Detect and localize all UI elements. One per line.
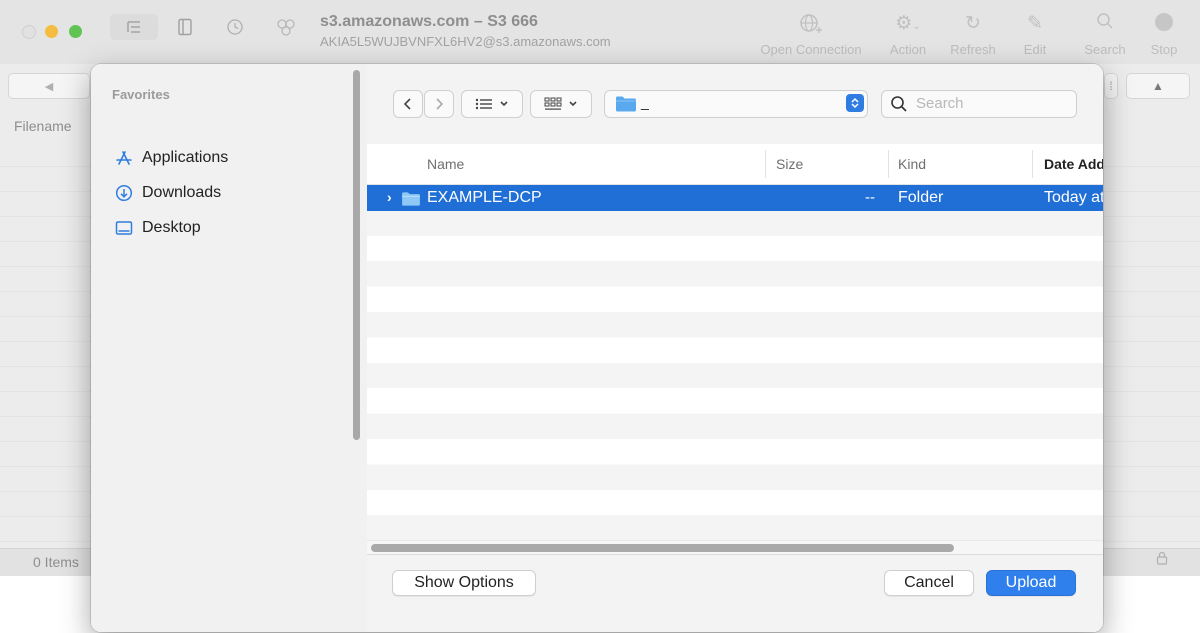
grid-icon: [544, 97, 562, 110]
horizontal-scrollbar-thumb[interactable]: [371, 544, 954, 552]
minimize-window-button[interactable]: [45, 25, 58, 38]
list-icon: [475, 98, 492, 110]
back-button[interactable]: [393, 90, 423, 118]
refresh-icon: ↻: [965, 13, 981, 34]
folder-icon: [401, 191, 421, 212]
history-icon[interactable]: [224, 14, 246, 40]
sidebar-item-label: Applications: [142, 149, 229, 166]
search-icon: [1078, 12, 1132, 36]
downloads-icon: [115, 184, 133, 202]
navigate-back-button[interactable]: ◀: [8, 73, 90, 99]
refresh-button[interactable]: ↻ Refresh: [944, 12, 1002, 57]
sidebar: Favorites Applications Downloads Desktop: [91, 64, 368, 632]
path-separator: ⁞: [1104, 73, 1118, 99]
sidebar-footer: [91, 554, 367, 632]
globe-plus-icon: [752, 12, 870, 36]
column-header-size[interactable]: Size: [776, 144, 803, 184]
sidebar-item-label: Downloads: [142, 184, 222, 201]
filename-column-header[interactable]: Filename: [14, 118, 72, 134]
chevron-left-icon: [403, 98, 411, 110]
sidebar-scrollbar[interactable]: [353, 70, 360, 440]
sidebar-item-desktop[interactable]: Desktop: [115, 217, 201, 239]
zoom-window-button[interactable]: [69, 25, 82, 38]
edit-button[interactable]: ✎ Edit: [1016, 12, 1054, 57]
window-titlebar: s3.amazonaws.com – S3 666 AKIA5L5WUJBVNF…: [0, 0, 1200, 64]
chevron-down-icon: [500, 101, 508, 107]
list-view-button[interactable]: [461, 90, 523, 118]
browser-pane: _ Search Name Size Kind Date Added: [367, 64, 1103, 632]
pencil-icon: ✎: [1027, 13, 1043, 34]
stop-icon: [1144, 12, 1184, 36]
desktop-icon: [115, 220, 133, 236]
disclosure-triangle-icon[interactable]: ›: [387, 189, 392, 205]
group-view-button[interactable]: [530, 90, 592, 118]
upload-button[interactable]: Upload: [986, 570, 1076, 596]
item-count: 0 Items: [33, 554, 79, 570]
close-window-button[interactable]: [22, 25, 36, 39]
search-field[interactable]: Search: [881, 90, 1077, 118]
triangle-left-icon: ◀: [44, 80, 54, 93]
triangle-up-icon: ▲: [1152, 79, 1164, 93]
row-kind: Folder: [898, 189, 944, 206]
updown-stepper-icon: [846, 94, 864, 112]
outline-view-icon[interactable]: [110, 14, 158, 40]
stop-button[interactable]: Stop: [1144, 12, 1184, 57]
table-row[interactable]: › EXAMPLE-DCP -- Folder Today at: [367, 185, 1103, 211]
column-header-name[interactable]: Name: [427, 144, 464, 184]
location-label: _: [641, 94, 649, 110]
show-options-button[interactable]: Show Options: [392, 570, 536, 596]
folder-icon: [615, 95, 637, 118]
forward-button[interactable]: [424, 90, 454, 118]
search-placeholder: Search: [916, 95, 964, 112]
row-date: Today at: [1044, 189, 1103, 206]
upload-dialog: Favorites Applications Downloads Desktop: [91, 64, 1103, 632]
applications-icon: [115, 149, 133, 167]
sidebar-item-applications[interactable]: Applications: [115, 147, 228, 169]
window-title: s3.amazonaws.com – S3 666: [320, 13, 538, 30]
row-size: --: [865, 189, 875, 206]
bonjour-icon[interactable]: [274, 14, 298, 40]
dialog-footer: Show Options Cancel Upload: [367, 554, 1103, 632]
sidebar-item-downloads[interactable]: Downloads: [115, 182, 221, 204]
chevron-down-icon: [569, 101, 577, 107]
row-name: EXAMPLE-DCP: [427, 189, 542, 206]
cancel-button[interactable]: Cancel: [884, 570, 974, 596]
search-button[interactable]: Search: [1078, 12, 1132, 57]
action-button[interactable]: ⚙⌄ Action: [884, 12, 932, 57]
dialog-toolbar: _ Search: [367, 64, 1103, 145]
column-header-kind[interactable]: Kind: [898, 144, 926, 184]
column-header-date-added[interactable]: Date Added: [1044, 144, 1103, 184]
favorites-heading: Favorites: [112, 87, 170, 102]
gear-icon: ⚙⌄: [895, 13, 921, 34]
navigate-up-button[interactable]: ▲: [1126, 73, 1190, 99]
open-connection-button[interactable]: Open Connection: [752, 12, 870, 57]
horizontal-scrollbar[interactable]: [367, 540, 1103, 555]
bookmarks-icon[interactable]: [174, 14, 196, 40]
window-subtitle: AKIA5L5WUJBVNFXL6HV2@s3.amazonaws.com: [320, 34, 611, 49]
search-icon: [890, 95, 908, 118]
column-header: Name Size Kind Date Added: [367, 144, 1103, 185]
file-list: [367, 185, 1103, 540]
location-popup[interactable]: _: [604, 90, 868, 118]
sidebar-item-label: Desktop: [142, 219, 201, 236]
lock-icon: [1156, 551, 1168, 568]
chevron-right-icon: [436, 98, 444, 110]
